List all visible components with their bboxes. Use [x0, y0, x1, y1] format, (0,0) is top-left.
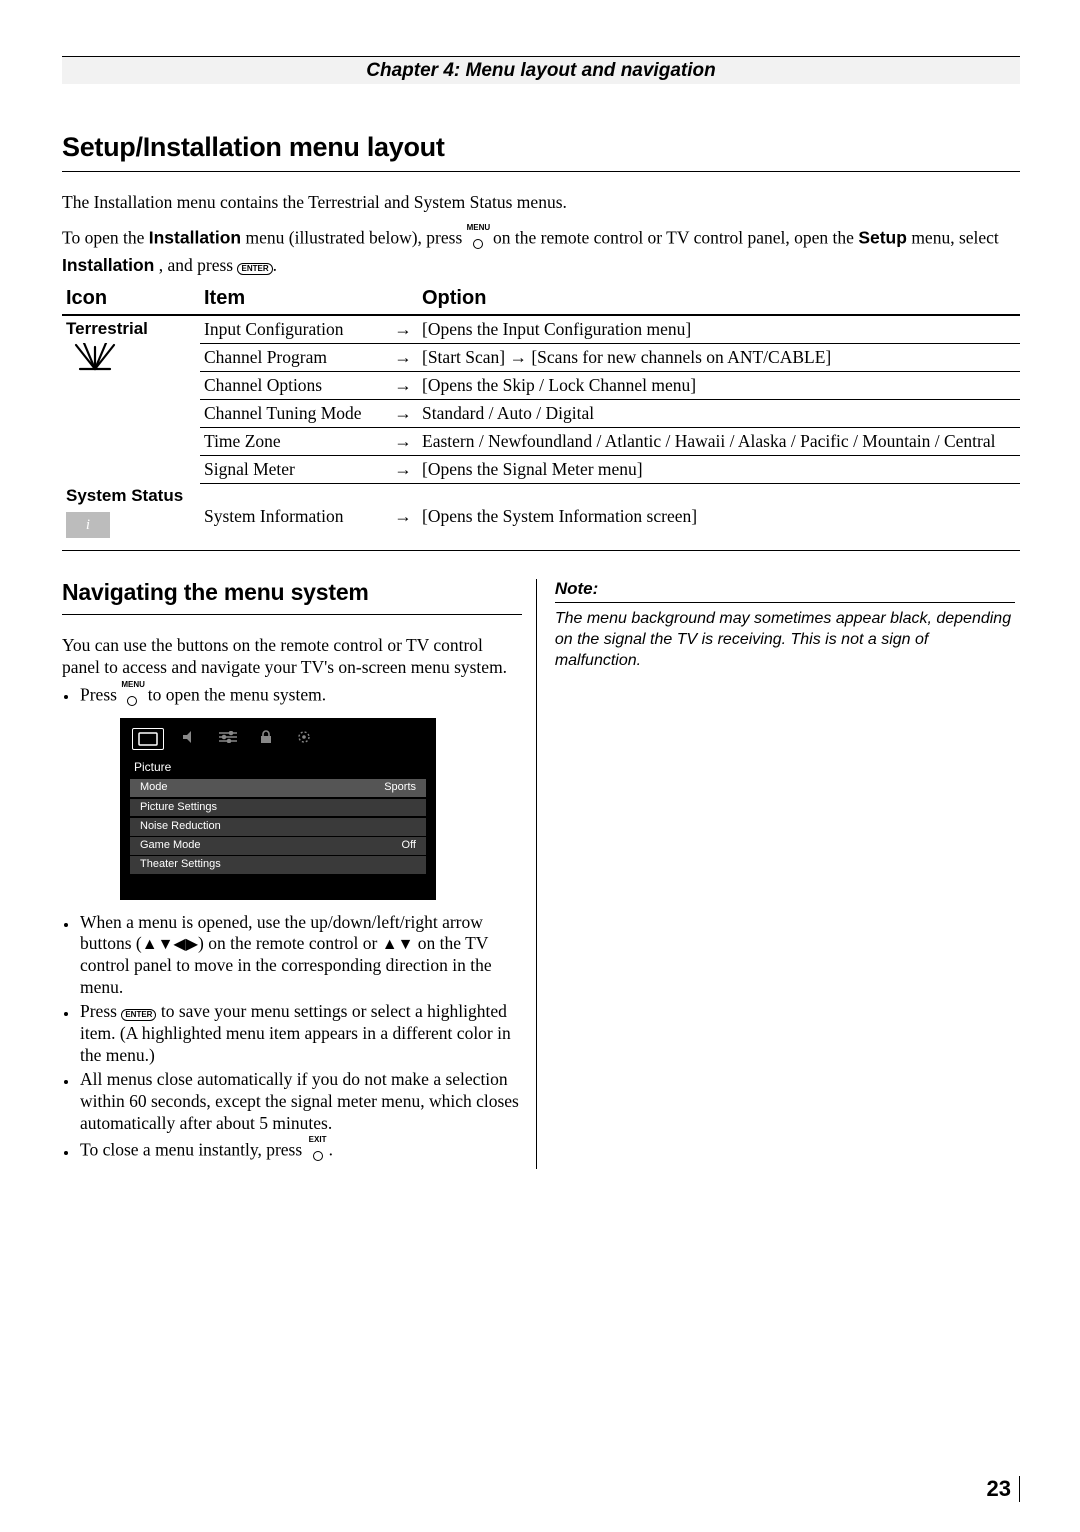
option-cell: [Opens the Signal Meter menu] [418, 455, 1020, 483]
info-icon: i [66, 512, 110, 538]
osd-row-value: Off [402, 839, 416, 853]
antenna-icon [66, 343, 124, 373]
menu-button-label: MENU [121, 681, 143, 689]
osd-tab-setup-icon [292, 728, 316, 746]
osd-row-label: Picture Settings [140, 801, 217, 815]
option-cell: [Start Scan] → [Scans for new channels o… [418, 343, 1020, 371]
menu-button-icon: MENU [467, 224, 489, 255]
osd-title: Picture [128, 758, 428, 778]
arrow-icon: → [388, 427, 418, 455]
button-circle-icon [313, 1151, 323, 1161]
enter-button-icon: ENTER [121, 1009, 156, 1021]
list-item: Press MENU to open the menu system. [78, 681, 522, 900]
text: to open the menu system. [148, 684, 326, 704]
nav-intro-para: You can use the buttons on the remote co… [62, 635, 522, 679]
arrow-icon: → [388, 343, 418, 371]
osd-row: Picture Settings [130, 799, 426, 817]
arrow-glyphs-icon: ▲▼◀▶ [142, 936, 198, 953]
text: menu (illustrated below), press [246, 227, 467, 247]
osd-screenshot: Picture Mode Sports Picture Settings Nois… [120, 718, 436, 900]
menu-layout-table: Icon Item Option Terrestrial [62, 283, 1020, 552]
menu-button-icon: MENU [121, 681, 143, 712]
osd-tab-sound-icon [178, 728, 202, 746]
text: , and press [159, 255, 238, 275]
item-cell: Channel Options [200, 371, 388, 399]
option-cell: Eastern / Newfoundland / Atlantic / Hawa… [418, 427, 1020, 455]
button-circle-icon [473, 239, 483, 249]
menu-button-label: MENU [467, 224, 489, 232]
list-item: Press ENTER to save your menu settings o… [78, 1001, 522, 1067]
th-arrow [388, 283, 418, 315]
label-installation-2: Installation [62, 255, 154, 275]
osd-tab-bar [128, 726, 428, 758]
label-setup: Setup [858, 227, 907, 247]
enter-button-icon: ENTER [237, 263, 272, 275]
osd-tab-picture-icon [132, 728, 164, 750]
item-cell: System Information [200, 483, 388, 551]
text: Press [80, 1001, 121, 1021]
arrow-icon: → [388, 371, 418, 399]
group-label-terrestrial: Terrestrial [66, 319, 196, 339]
osd-tab-preferences-icon [216, 728, 240, 746]
text: . [273, 255, 277, 275]
item-cell: Time Zone [200, 427, 388, 455]
exit-button-label: EXIT [307, 1136, 329, 1144]
osd-row-label: Mode [140, 781, 168, 795]
label-installation: Installation [149, 227, 241, 247]
intro-para-1: The Installation menu contains the Terre… [62, 192, 1020, 214]
arrow-icon: → [388, 483, 418, 551]
osd-row: Mode Sports [130, 779, 426, 797]
button-circle-icon [127, 696, 137, 706]
note-heading: Note: [555, 579, 1015, 603]
osd-row: Noise Reduction [130, 818, 426, 836]
text: on the remote control or TV control pane… [493, 227, 858, 247]
list-item: All menus close automatically if you do … [78, 1069, 522, 1135]
text: menu, select [911, 227, 998, 247]
list-item: To close a menu instantly, press EXIT . [78, 1136, 522, 1167]
section-heading-navigating: Navigating the menu system [62, 579, 522, 606]
osd-row-label: Game Mode [140, 839, 201, 853]
text: To open the [62, 227, 149, 247]
page-footer: 23 [987, 1476, 1020, 1502]
osd-row-label: Noise Reduction [140, 820, 221, 834]
exit-button-icon: EXIT [307, 1136, 329, 1167]
footer-rule [1019, 1476, 1020, 1502]
intro-para-2: To open the Installation menu (illustrat… [62, 224, 1020, 277]
osd-row-value: Sports [384, 781, 416, 795]
option-cell: [Opens the System Information screen] [418, 483, 1020, 551]
page-number: 23 [987, 1476, 1011, 1502]
text: To close a menu instantly, press [80, 1140, 307, 1160]
option-cell: [Opens the Skip / Lock Channel menu] [418, 371, 1020, 399]
group-label-system-status: System Status [66, 486, 196, 506]
arrow-icon: → [388, 399, 418, 427]
rule [62, 171, 1020, 172]
item-cell: Channel Tuning Mode [200, 399, 388, 427]
text: ) on the remote control or [198, 933, 382, 953]
arrow-glyphs-icon: ▲▼ [382, 936, 414, 953]
nav-bullets: Press MENU to open the menu system. [78, 681, 522, 1167]
note-body: The menu background may sometimes appear… [555, 609, 1015, 671]
item-cell: Signal Meter [200, 455, 388, 483]
item-cell: Input Configuration [200, 315, 388, 344]
th-icon: Icon [62, 283, 200, 315]
text: . [329, 1140, 333, 1160]
text: Press [80, 684, 121, 704]
rule [62, 614, 522, 615]
osd-tab-lock-icon [254, 728, 278, 746]
section-heading-setup: Setup/Installation menu layout [62, 132, 1020, 163]
chapter-bar: Chapter 4: Menu layout and navigation [62, 56, 1020, 84]
arrow-icon: → [388, 315, 418, 344]
arrow-icon: → [388, 455, 418, 483]
th-option: Option [418, 283, 1020, 315]
th-item: Item [200, 283, 388, 315]
osd-row: Theater Settings [130, 856, 426, 874]
osd-row-label: Theater Settings [140, 858, 221, 872]
option-cell: [Opens the Input Configuration menu] [418, 315, 1020, 344]
option-cell: Standard / Auto / Digital [418, 399, 1020, 427]
list-item: When a menu is opened, use the up/down/l… [78, 912, 522, 1000]
item-cell: Channel Program [200, 343, 388, 371]
osd-row: Game Mode Off [130, 837, 426, 855]
